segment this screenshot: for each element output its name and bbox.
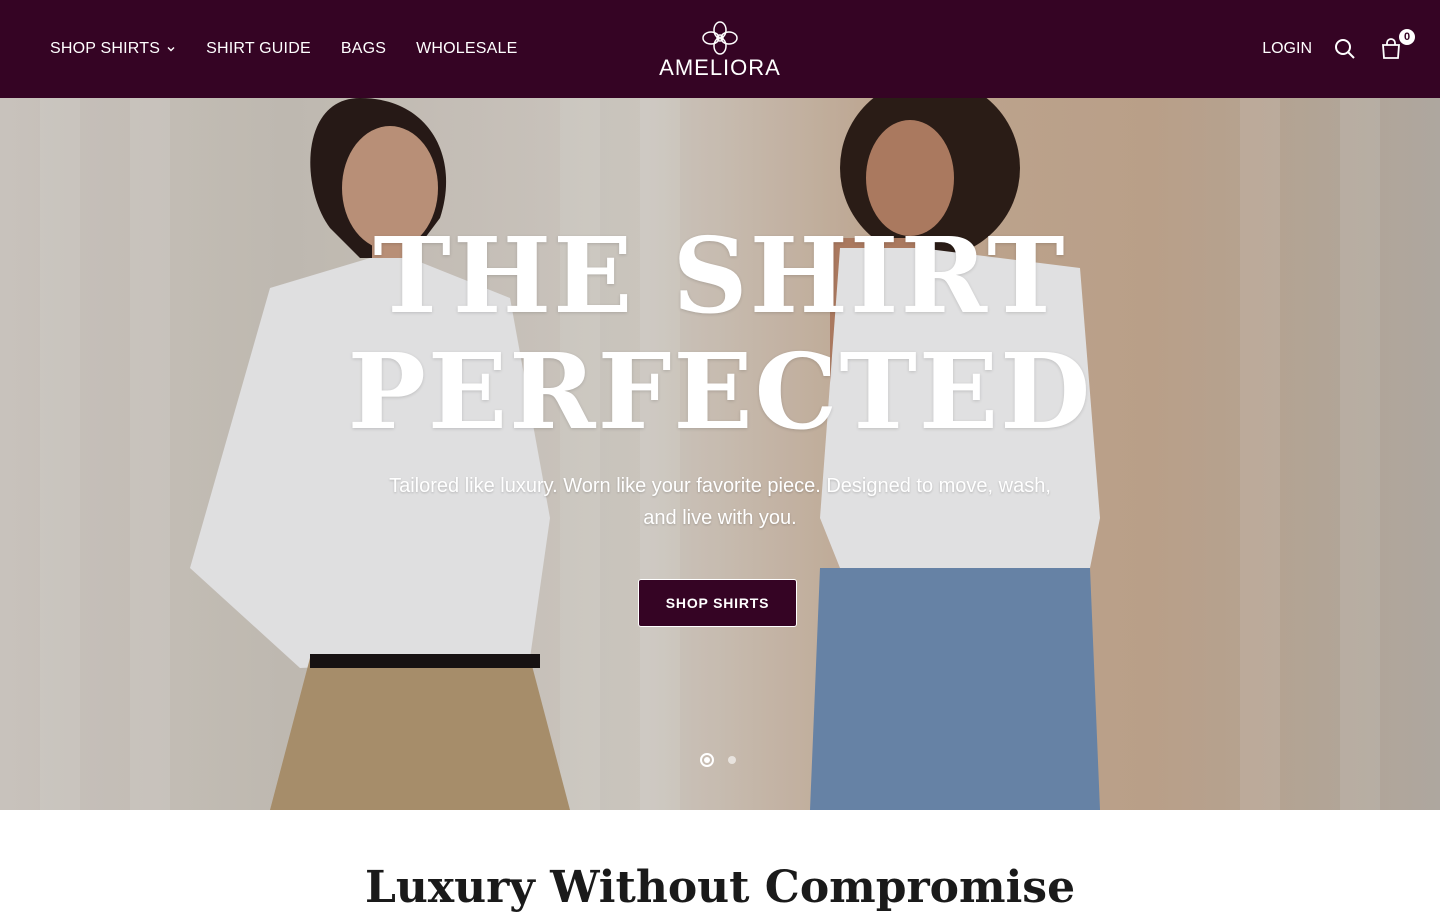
logo-text: AMELIORA [659, 55, 781, 80]
nav-wholesale-label: WHOLESALE [416, 40, 518, 57]
brand-logo[interactable]: AMELIORA [656, 20, 784, 82]
nav-wholesale[interactable]: WHOLESALE [416, 40, 517, 58]
nav-shirt-guide[interactable]: SHIRT GUIDE [206, 40, 311, 58]
main-nav: SHOP SHIRTS SHIRT GUIDE BAGS WHOLESALE [50, 0, 518, 98]
nav-bags[interactable]: BAGS [341, 40, 386, 58]
nav-shirt-guide-label: SHIRT GUIDE [206, 40, 311, 57]
slider-pagination [700, 753, 736, 767]
site-header: SHOP SHIRTS SHIRT GUIDE BAGS WHOLESALE A… [0, 0, 1440, 98]
search-icon [1335, 39, 1355, 59]
hero-title-line1: THE SHIRT [373, 214, 1067, 337]
section-title: Luxury Without Compromise [364, 862, 1076, 913]
hero-title-line2: PERFECTED [347, 330, 1093, 453]
cart-button[interactable]: 0 [1378, 28, 1416, 62]
nav-bags-label: BAGS [340, 40, 387, 57]
hero-title: THE SHIRT PERFECTED [0, 218, 1440, 450]
nav-shop-shirts-label: SHOP SHIRTS [50, 40, 161, 57]
login-link[interactable]: LOGIN [1262, 40, 1312, 58]
chevron-down-icon [167, 47, 175, 52]
logo-flower-icon [702, 21, 738, 55]
hero-banner: THE SHIRT PERFECTED Tailored like luxury… [0, 98, 1440, 810]
search-button[interactable] [1332, 36, 1358, 62]
cart-count-badge: 0 [1398, 28, 1416, 46]
hero-subtitle: Tailored like luxury. Worn like your fav… [389, 475, 1051, 529]
nav-shop-shirts[interactable]: SHOP SHIRTS [50, 40, 176, 58]
shop-shirts-button[interactable]: SHOP SHIRTS [638, 579, 797, 627]
slide-dot-1[interactable] [700, 753, 714, 767]
header-actions: LOGIN 0 [1262, 0, 1416, 98]
slide-dot-2[interactable] [728, 756, 736, 764]
